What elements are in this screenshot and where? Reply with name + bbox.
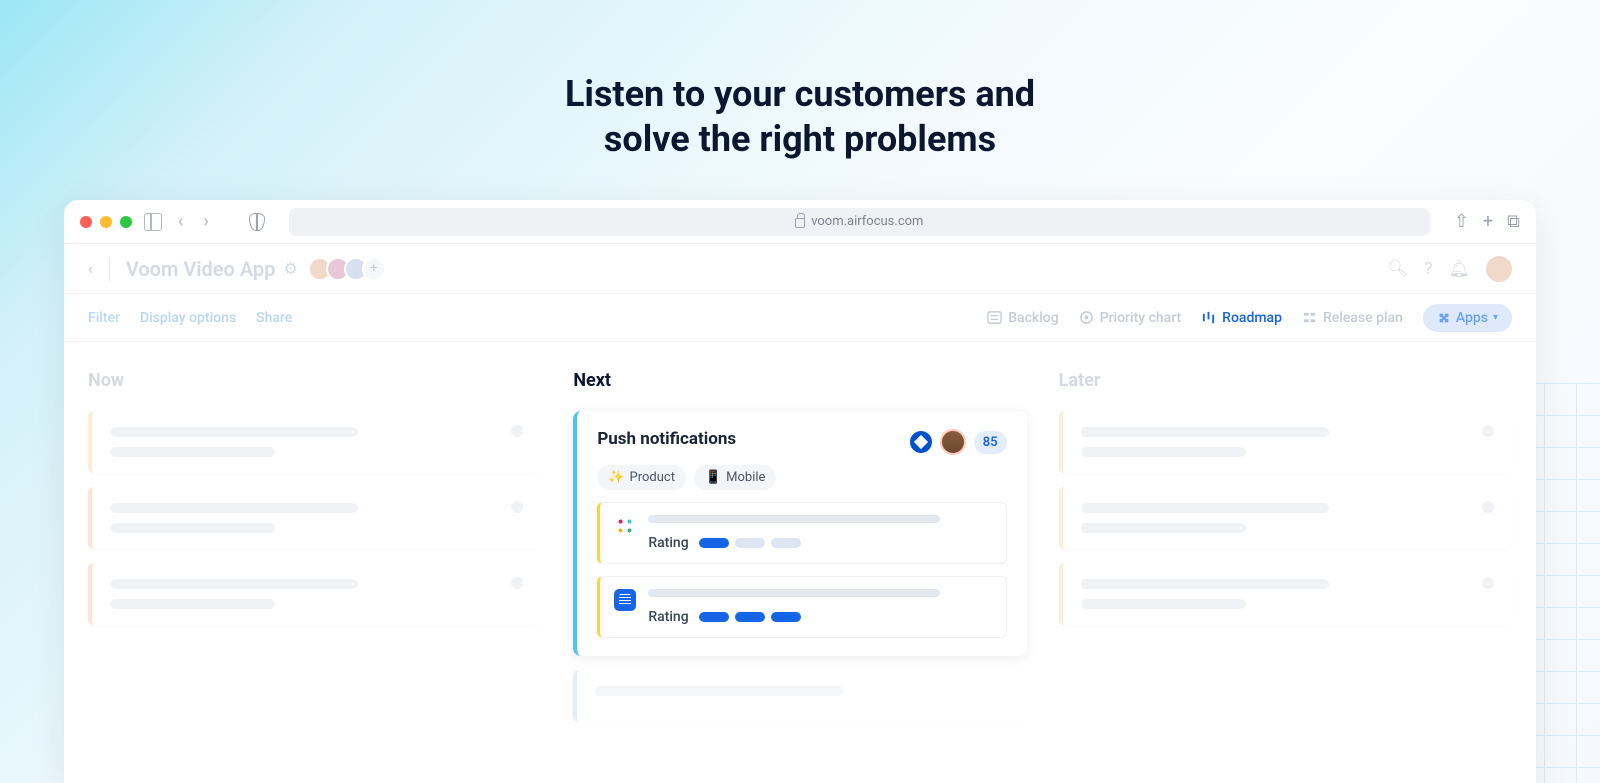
view-label: Priority chart	[1100, 310, 1182, 326]
nav-back-icon[interactable]: ‹	[174, 213, 187, 231]
window-minimize-icon[interactable]	[100, 216, 112, 228]
notifications-icon[interactable]: 🔔︎	[1448, 259, 1470, 279]
lock-icon	[795, 218, 805, 228]
view-label: Backlog	[1008, 310, 1058, 326]
release-icon	[1302, 310, 1317, 325]
column-next: Next Push notifications 85 ✨ Product	[573, 370, 1026, 736]
tag-label: Product	[630, 470, 675, 485]
view-priority-chart[interactable]: Priority chart	[1079, 310, 1182, 326]
puzzle-icon	[1437, 311, 1451, 325]
insight-slack[interactable]: Rating	[597, 502, 1006, 564]
view-backlog[interactable]: Backlog	[987, 310, 1058, 326]
column-title: Next	[573, 370, 1026, 391]
rating-bars	[699, 612, 801, 622]
kanban-board: Now Next Push notifications 85	[64, 342, 1536, 736]
view-release-plan[interactable]: Release plan	[1302, 310, 1403, 326]
privacy-shield-icon[interactable]	[249, 213, 265, 231]
help-icon[interactable]: ?	[1424, 259, 1432, 279]
tag-label: Mobile	[726, 470, 765, 485]
card-title: Push notifications	[597, 429, 909, 449]
profile-avatar[interactable]	[1486, 256, 1512, 282]
display-options-button[interactable]: Display options	[140, 310, 236, 326]
column-title: Later	[1059, 370, 1512, 391]
breadcrumb-back-icon[interactable]: ‹	[88, 259, 93, 278]
add-collaborator-button[interactable]: +	[362, 257, 386, 281]
card-placeholder[interactable]	[88, 487, 541, 549]
card-placeholder[interactable]	[88, 411, 541, 473]
url-text: voom.airfocus.com	[811, 214, 923, 229]
new-tab-icon[interactable]: +	[1483, 213, 1493, 231]
window-zoom-icon[interactable]	[120, 216, 132, 228]
window-close-icon[interactable]	[80, 216, 92, 228]
column-now: Now	[88, 370, 541, 736]
priority-score: 85	[974, 431, 1007, 454]
sidebar-toggle-icon[interactable]	[144, 213, 162, 231]
rating-label: Rating	[648, 609, 688, 625]
card-placeholder[interactable]	[1059, 563, 1512, 625]
filter-button[interactable]: Filter	[88, 310, 120, 326]
browser-chrome-bar: ‹ › voom.airfocus.com ⇧ + ⧉	[64, 200, 1536, 244]
hero-title: Listen to your customers and solve the r…	[0, 0, 1600, 162]
share-button[interactable]: Share	[256, 310, 292, 326]
roadmap-icon	[1201, 310, 1216, 325]
traffic-lights	[80, 216, 132, 228]
view-label: Release plan	[1323, 310, 1403, 326]
feature-card[interactable]: Push notifications 85 ✨ Product 📱 Mobile	[573, 411, 1026, 656]
nav-forward-icon[interactable]: ›	[199, 213, 212, 231]
search-icon[interactable]: 🔍︎	[1387, 259, 1409, 279]
collaborator-avatars: +	[314, 257, 386, 281]
app-header: ‹ Voom Video App ⚙ + 🔍︎ ? 🔔︎	[64, 244, 1536, 294]
rating-bars	[699, 538, 801, 548]
tag-product[interactable]: ✨ Product	[597, 465, 686, 490]
jira-icon[interactable]	[910, 431, 932, 453]
intercom-icon	[614, 589, 636, 611]
toolbar: Filter Display options Share Backlog Pri…	[64, 294, 1536, 342]
workspace-title[interactable]: Voom Video App	[126, 257, 276, 281]
list-icon	[987, 310, 1002, 325]
tabs-overview-icon[interactable]: ⧉	[1507, 213, 1520, 231]
view-label: Roadmap	[1222, 310, 1282, 326]
slack-icon	[614, 515, 636, 537]
hero-line-1: Listen to your customers and	[565, 73, 1035, 115]
card-placeholder[interactable]	[88, 563, 541, 625]
apps-label: Apps	[1456, 310, 1488, 326]
hero-line-2: solve the right problems	[604, 118, 996, 160]
view-roadmap[interactable]: Roadmap	[1201, 310, 1282, 326]
sparkle-icon: ✨	[608, 470, 624, 485]
column-later: Later	[1059, 370, 1512, 736]
card-placeholder[interactable]	[1059, 411, 1512, 473]
insight-text-placeholder	[648, 515, 940, 523]
insight-text-placeholder	[648, 589, 940, 597]
url-bar[interactable]: voom.airfocus.com	[289, 208, 1430, 236]
browser-window: ‹ › voom.airfocus.com ⇧ + ⧉ ‹ Voom Video…	[64, 200, 1536, 783]
rating-label: Rating	[648, 535, 688, 551]
divider	[109, 257, 110, 281]
mobile-icon: 📱	[705, 470, 721, 485]
target-icon	[1079, 310, 1094, 325]
share-icon[interactable]: ⇧	[1454, 213, 1469, 231]
tag-mobile[interactable]: 📱 Mobile	[694, 465, 776, 490]
gear-icon[interactable]: ⚙	[283, 259, 297, 278]
column-title: Now	[88, 370, 541, 391]
insight-intercom[interactable]: Rating	[597, 576, 1006, 638]
assignee-avatar[interactable]	[940, 429, 966, 455]
apps-button[interactable]: Apps ▾	[1423, 304, 1512, 332]
card-placeholder[interactable]	[573, 670, 1026, 722]
chevron-down-icon: ▾	[1493, 312, 1498, 323]
card-placeholder[interactable]	[1059, 487, 1512, 549]
